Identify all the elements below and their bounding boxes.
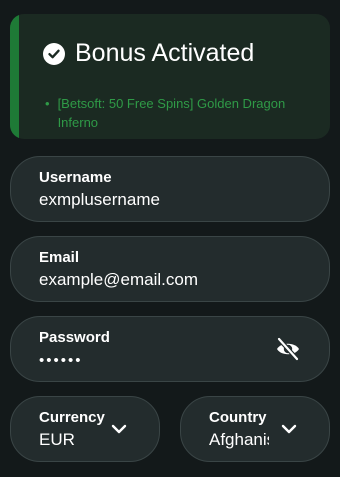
country-select[interactable]: Country Afghanistan xyxy=(180,396,330,462)
country-label: Country xyxy=(209,409,267,426)
email-input[interactable]: example@email.com xyxy=(39,270,198,290)
bonus-list-item: • [Betsoft: 50 Free Spins] Golden Dragon… xyxy=(45,94,315,132)
banner-title-row: Bonus Activated xyxy=(43,39,254,68)
bullet-icon: • xyxy=(45,96,50,111)
country-value[interactable]: Afghanistan xyxy=(209,430,269,450)
currency-select[interactable]: Currency EUR xyxy=(10,396,160,462)
eye-off-icon[interactable] xyxy=(275,336,301,362)
currency-value[interactable]: EUR xyxy=(39,430,99,450)
chevron-down-icon[interactable] xyxy=(111,422,127,434)
username-label: Username xyxy=(39,169,112,186)
bonus-activated-banner: Bonus Activated • [Betsoft: 50 Free Spin… xyxy=(10,14,330,139)
email-label: Email xyxy=(39,249,80,266)
username-field[interactable]: Username exmplusername xyxy=(10,156,330,222)
password-field[interactable]: Password •••••• xyxy=(10,316,330,382)
currency-label: Currency xyxy=(39,409,105,426)
banner-accent-bar xyxy=(10,14,19,139)
password-input[interactable]: •••••• xyxy=(39,352,83,369)
check-circle-icon xyxy=(43,42,65,65)
username-input[interactable]: exmplusername xyxy=(39,190,160,210)
bonus-item-text: [Betsoft: 50 Free Spins] Golden Dragon I… xyxy=(57,96,286,130)
banner-title: Bonus Activated xyxy=(75,39,255,67)
chevron-down-icon[interactable] xyxy=(281,422,297,434)
email-field[interactable]: Email example@email.com xyxy=(10,236,330,302)
password-label: Password xyxy=(39,329,110,346)
